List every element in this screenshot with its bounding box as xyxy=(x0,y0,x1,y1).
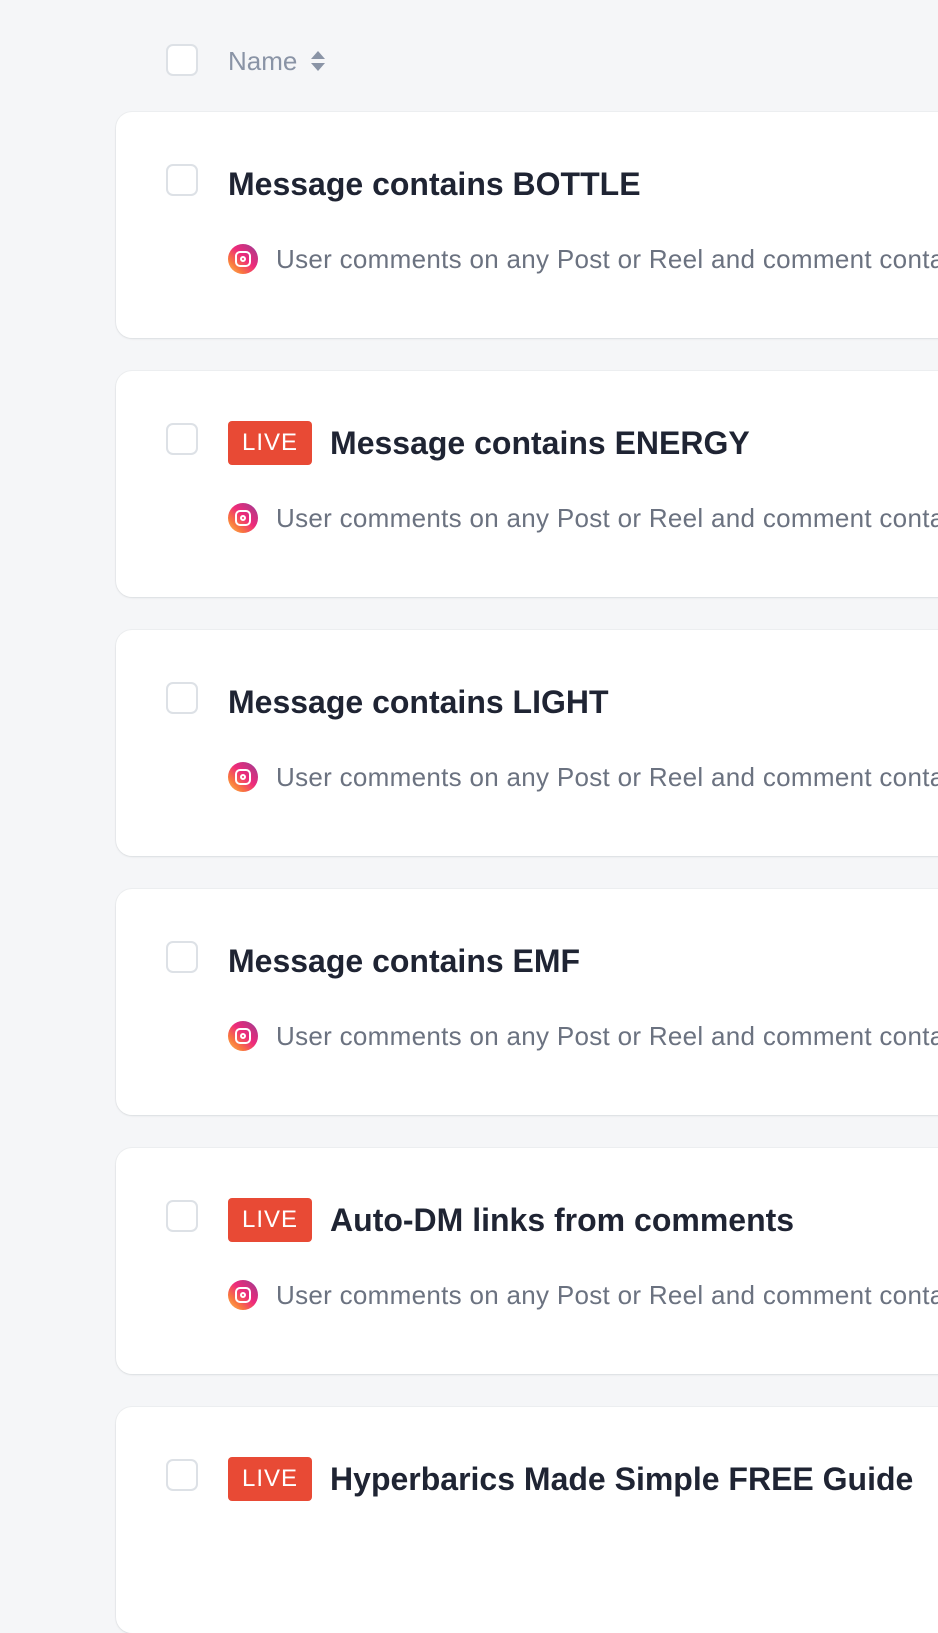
automation-title[interactable]: Message contains EMF xyxy=(228,943,580,980)
row-title-line: Message contains BOTTLE xyxy=(228,162,641,206)
automation-title[interactable]: Message contains ENERGY xyxy=(330,425,750,462)
instagram-icon xyxy=(228,762,258,792)
instagram-icon xyxy=(228,244,258,274)
row-checkbox[interactable] xyxy=(166,1200,198,1232)
row-checkbox[interactable] xyxy=(166,682,198,714)
row-title-line: LIVE Hyperbarics Made Simple FREE Guide xyxy=(228,1457,913,1501)
trigger-description: User comments on any Post or Reel and co… xyxy=(276,761,938,792)
row-trigger-line: User comments on any Post or Reel and co… xyxy=(228,242,938,276)
row-checkbox[interactable] xyxy=(166,423,198,455)
automation-row[interactable]: Message contains LIGHT User comments on … xyxy=(116,630,938,856)
automation-title[interactable]: Hyperbarics Made Simple FREE Guide xyxy=(330,1461,913,1498)
row-title-line: LIVE Auto-DM links from comments xyxy=(228,1198,794,1242)
live-status-badge: LIVE xyxy=(228,1198,313,1242)
row-trigger-line: User comments on any Post or Reel and co… xyxy=(228,760,938,794)
automation-title[interactable]: Auto-DM links from comments xyxy=(330,1202,794,1239)
trigger-description: User comments on any Post or Reel and co… xyxy=(276,502,938,533)
row-checkbox[interactable] xyxy=(166,164,198,196)
automation-title[interactable]: Message contains LIGHT xyxy=(228,684,609,721)
select-all-checkbox[interactable] xyxy=(166,44,198,76)
row-checkbox[interactable] xyxy=(166,941,198,973)
row-trigger-line: User comments on any Post or Reel and co… xyxy=(228,1278,938,1312)
name-column-header[interactable]: Name xyxy=(228,44,326,78)
automation-row[interactable]: Message contains BOTTLE User comments on… xyxy=(116,112,938,338)
automation-row[interactable]: LIVE Auto-DM links from comments User co… xyxy=(116,1148,938,1374)
live-status-badge: LIVE xyxy=(228,1457,313,1501)
automation-title[interactable]: Message contains BOTTLE xyxy=(228,166,641,203)
instagram-icon xyxy=(228,1021,258,1051)
name-column-label: Name xyxy=(228,45,298,76)
row-title-line: Message contains LIGHT xyxy=(228,680,609,724)
trigger-description: User comments on any Post or Reel and co… xyxy=(276,1279,938,1310)
trigger-description: User comments on any Post or Reel and co… xyxy=(276,243,938,274)
table-header: Name xyxy=(0,0,938,112)
live-status-badge: LIVE xyxy=(228,421,313,465)
row-trigger-line: User comments on any Post or Reel and co… xyxy=(228,501,938,535)
row-title-line: LIVE Message contains ENERGY xyxy=(228,421,750,465)
trigger-description: User comments on any Post or Reel and co… xyxy=(276,1020,938,1051)
sort-icon[interactable] xyxy=(311,49,326,73)
row-checkbox[interactable] xyxy=(166,1459,198,1491)
row-title-line: Message contains EMF xyxy=(228,939,580,983)
row-trigger-line: User comments on any Post or Reel and co… xyxy=(228,1019,938,1053)
automation-row[interactable]: LIVE Hyperbarics Made Simple FREE Guide xyxy=(116,1407,938,1633)
automation-row[interactable]: Message contains EMF User comments on an… xyxy=(116,889,938,1115)
instagram-icon xyxy=(228,1280,258,1310)
automation-row[interactable]: LIVE Message contains ENERGY User commen… xyxy=(116,371,938,597)
instagram-icon xyxy=(228,503,258,533)
